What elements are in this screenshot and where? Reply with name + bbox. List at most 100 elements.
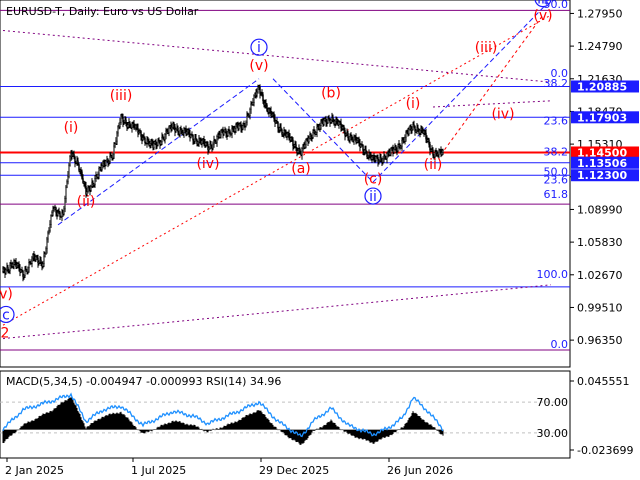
macd-bar-89 (91, 423, 93, 430)
candle-body-323 (325, 118, 327, 123)
macd-bar-10 (12, 429, 14, 434)
candle-body-260 (262, 94, 264, 102)
candle-body-254 (256, 91, 258, 96)
candle-body-47 (49, 224, 51, 232)
macd-bar-402 (404, 423, 406, 430)
macd-bar-415 (417, 415, 419, 430)
candle-body-293 (295, 144, 297, 149)
macd-bar-238 (240, 419, 242, 430)
wave-label-8: i (257, 40, 261, 56)
price-tag-label-0: 1.20885 (577, 80, 627, 93)
macd-bar-122 (124, 415, 126, 430)
candle-body-7 (9, 265, 11, 271)
candle-body-49 (51, 211, 53, 216)
candle-body-101 (103, 161, 105, 165)
macd-bar-235 (237, 420, 239, 430)
macd-bar-307 (309, 429, 311, 436)
candle-body-197 (199, 138, 201, 142)
macd-bar-433 (435, 429, 437, 431)
candle-body-171 (173, 123, 175, 128)
macd-bar-312 (314, 429, 316, 431)
macd-bar-292 (294, 429, 296, 441)
macd-bar-438 (440, 429, 442, 435)
candle-body-402 (404, 136, 406, 142)
macd-bar-394 (396, 429, 398, 431)
candle-body-310 (312, 132, 314, 138)
candle-body-99 (101, 165, 103, 170)
macd-bar-428 (430, 424, 432, 430)
macd-bar-152 (154, 429, 156, 430)
candle-body-43 (45, 248, 47, 255)
candle-body-162 (164, 134, 166, 140)
candle-body-80 (82, 178, 84, 183)
candle-body-363 (365, 149, 367, 153)
macd-bar-44 (46, 412, 48, 430)
candle-body-44 (46, 238, 48, 250)
macd-bar-107 (109, 413, 111, 430)
macd-bar-3 (5, 429, 7, 440)
macd-bar-146 (148, 429, 150, 432)
macd-bar-311 (313, 429, 315, 432)
macd-bar-131 (133, 425, 135, 430)
fib-label-6: 23.6 (544, 174, 569, 187)
wave-label-3: (i) (64, 120, 79, 136)
macd-bar-15 (17, 429, 19, 431)
candle-body-439 (441, 152, 443, 155)
candle-body-153 (155, 141, 157, 146)
wave-label-17: (v) (533, 8, 552, 24)
wave-label-15: (iii) (475, 40, 498, 56)
macd-bar-408 (410, 415, 412, 430)
macd-bar-109 (111, 413, 113, 430)
macd-bar-262 (264, 414, 266, 430)
macd-bar-115 (117, 413, 119, 430)
candle-body-76 (78, 164, 80, 171)
macd-bar-61 (63, 401, 65, 430)
candle-body-214 (216, 136, 218, 143)
macd-bar-295 (297, 429, 299, 442)
candle-body-371 (373, 156, 375, 160)
candle-body-50 (52, 210, 54, 213)
candle-body-134 (136, 125, 138, 129)
rsi-tick-label-0: 70.00 (537, 396, 569, 409)
wave-label-18: iii (537, 0, 549, 8)
candle-body-271 (273, 113, 275, 119)
macd-bar-199 (201, 428, 203, 430)
macd-bar-175 (177, 422, 179, 430)
macd-bar-419 (421, 419, 423, 430)
macd-bar-202 (204, 429, 206, 431)
candle-body-82 (84, 182, 86, 187)
macd-bar-82 (84, 426, 86, 430)
candle-body-3 (5, 269, 7, 274)
macd-bar-83 (85, 428, 87, 430)
candle-body-345 (347, 133, 349, 139)
wave-label-0: v) (0, 286, 13, 302)
macd-bar-110 (112, 412, 114, 430)
candle-body-42 (44, 253, 46, 257)
macd-bar-413 (415, 412, 417, 430)
macd-bar-85 (87, 426, 89, 430)
macd-bar-275 (277, 429, 279, 431)
macd-bar-114 (116, 412, 118, 430)
chart-svg: 50.00.038.223.638.250.023.661.8100.00.0 … (0, 0, 640, 480)
macd-bar-39 (41, 414, 43, 430)
macd-bar-169 (171, 421, 173, 430)
macd-bar-194 (196, 426, 198, 430)
macd-bar-325 (327, 421, 329, 430)
wave-label-1: c (2, 307, 10, 323)
macd-bar-242 (244, 416, 246, 430)
macd-bar-13 (15, 429, 17, 433)
candle-body-240 (242, 125, 244, 130)
macd-bar-273 (275, 426, 277, 430)
candle-body-352 (354, 136, 356, 139)
macd-bar-57 (59, 404, 61, 430)
macd-bar-279 (281, 429, 283, 433)
macd-bar-285 (287, 429, 289, 438)
macd-bar-150 (152, 429, 154, 431)
macd-bar-6 (8, 429, 10, 437)
macd-bar-305 (307, 429, 309, 439)
main-price-panel: 50.00.038.223.638.250.023.661.8100.00.0 … (0, 0, 571, 368)
macd-bar-261 (263, 414, 265, 430)
macd-bar-245 (247, 415, 249, 430)
macd-bar-34 (36, 418, 38, 430)
macd-bar-308 (310, 429, 312, 435)
